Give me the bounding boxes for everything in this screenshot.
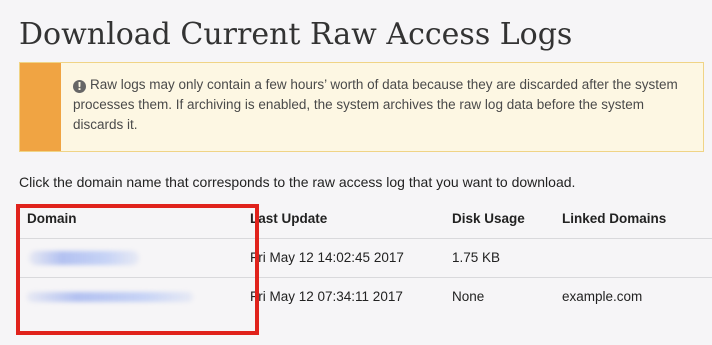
page-title: Download Current Raw Access Logs [19,17,573,52]
last-update-cell: Fri May 12 07:34:11 2017 [250,289,403,304]
exclamation-circle-icon: ! [73,80,86,93]
table-row: Fri May 12 07:34:11 2017 None example.co… [19,277,712,316]
redaction-blur [27,292,193,302]
raw-logs-table: Domain Last Update Disk Usage Linked Dom… [19,200,712,316]
instructions-text: Click the domain name that corresponds t… [19,174,576,190]
alert-text: Raw logs may only contain a few hours’ w… [73,77,678,132]
column-header-linked-domains[interactable]: Linked Domains [562,200,666,238]
table-row: Fri May 12 14:02:45 2017 1.75 KB [19,238,712,277]
alert-accent-bar [20,63,61,151]
column-header-last-update[interactable]: Last Update [250,200,327,238]
warning-alert: ! Raw logs may only contain a few hours’ … [19,62,704,152]
column-header-domain[interactable]: Domain [27,200,77,238]
linked-domains-cell: example.com [562,289,643,304]
disk-usage-cell: None [452,289,485,304]
disk-usage-cell: 1.75 KB [452,250,501,265]
redaction-blur [29,251,139,265]
column-header-disk-usage[interactable]: Disk Usage [452,200,525,238]
table-header-row: Domain Last Update Disk Usage Linked Dom… [19,200,712,238]
last-update-cell: Fri May 12 14:02:45 2017 [250,250,404,265]
alert-message: ! Raw logs may only contain a few hours’ … [61,63,703,151]
